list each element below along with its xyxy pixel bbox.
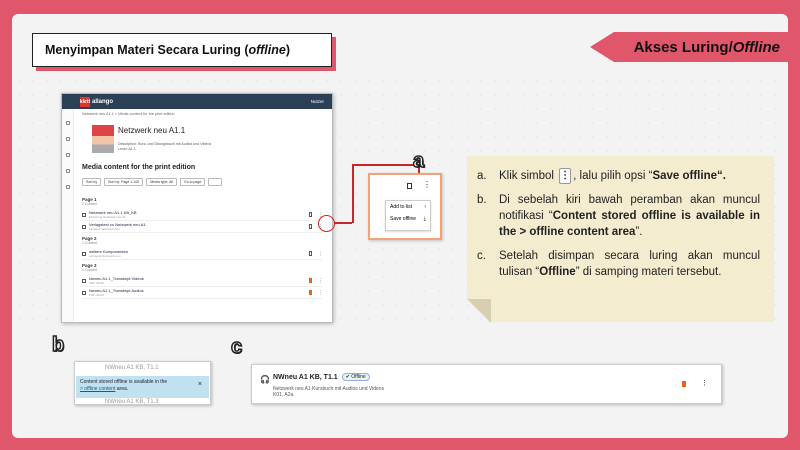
- more-options-icon[interactable]: ⋮: [423, 180, 431, 189]
- offline-toast: Content stored offline is available in t…: [76, 376, 209, 398]
- link-icon: [82, 224, 86, 229]
- background-item: NWneu A1 KB, T1.3: [105, 399, 159, 405]
- offline-item-panel: 🎧 NWneu A1 KB, T1.1 ✔ Offline Netzwerk ne…: [251, 364, 722, 404]
- nav-icon[interactable]: [65, 121, 70, 125]
- book-cover: [92, 125, 114, 153]
- media-title: Media content for the print edition: [82, 164, 196, 171]
- book-description: Description: Kurs- und Übungsbuch mit Au…: [118, 142, 212, 151]
- menu-item-add-to-list[interactable]: Add to list ›: [386, 201, 430, 213]
- bookmark-icon[interactable]: [308, 251, 312, 256]
- list-item[interactable]: Netzwerk neu A1.1 KB_KB Einleitung Netzwe…: [82, 209, 323, 221]
- chevron-right-icon: ›: [424, 204, 426, 210]
- bookmark-icon[interactable]: [308, 212, 312, 217]
- headphones-icon: 🎧: [260, 375, 270, 384]
- nav-icon[interactable]: [65, 137, 70, 141]
- file-icon: [82, 212, 86, 217]
- breadcrumb[interactable]: Netzwerk neu A1.1 > Media content for th…: [82, 112, 175, 116]
- bookmark-icon[interactable]: [308, 224, 312, 229]
- file-icon: [82, 290, 86, 295]
- book-title: Netzwerk neu A1.1: [118, 126, 186, 135]
- page-count: 4 Content: [82, 268, 98, 272]
- link-icon: [82, 251, 86, 256]
- label-a: a: [412, 149, 425, 173]
- bookmark-icon[interactable]: [308, 278, 312, 283]
- side-nav: [62, 109, 74, 322]
- more-options-icon[interactable]: ⋮: [318, 251, 323, 257]
- download-icon: ⤓: [423, 216, 426, 222]
- filter-sort-by[interactable]: Sort by: Page 1-100: [104, 178, 144, 186]
- page-count: 1 Content: [82, 241, 98, 245]
- list-item[interactable]: Nwneu A1.1_Transkript Audios PDF, 00:00 ⋮: [82, 287, 323, 299]
- page-input[interactable]: [208, 178, 223, 186]
- instruction-a: a. Klik simbol ⋮, lalu pilih opsi “Save …: [477, 168, 726, 184]
- more-options-icon[interactable]: ⋮: [701, 379, 708, 387]
- app-screenshot: klett allango Nutzer Netzwerk neu A1.1 >…: [61, 93, 333, 323]
- options-menu: Add to list › Save offline ⤓: [385, 200, 431, 231]
- klett-logo: klett: [79, 96, 91, 107]
- filter-bar: Sort by Sort by: Page 1-100 Media type: …: [82, 178, 223, 186]
- background-item: NWneu A1 KB, T1.1: [105, 365, 159, 371]
- label-b: b: [51, 333, 65, 357]
- page-count: 2 Content: [82, 202, 98, 206]
- check-icon: ✔: [345, 374, 350, 380]
- more-options-icon[interactable]: ⋮: [318, 290, 323, 296]
- user-menu[interactable]: Nutzer: [311, 99, 324, 104]
- nav-icon[interactable]: [65, 185, 70, 189]
- bookmark-icon[interactable]: [407, 183, 412, 189]
- instruction-b: b. Di sebelah kiri bawah peramban akan m…: [477, 194, 760, 239]
- nav-icon[interactable]: [65, 153, 70, 157]
- file-icon: [82, 278, 86, 283]
- menu-item-save-offline[interactable]: Save offline ⤓: [386, 213, 430, 225]
- offline-badge: ✔ Offline: [341, 373, 370, 381]
- bookmark-icon[interactable]: [682, 381, 686, 387]
- close-icon[interactable]: ×: [198, 381, 202, 389]
- list-item[interactable]: weitere Komponenten Lehrwerk Netzwerk neu…: [82, 248, 323, 260]
- list-item[interactable]: Verlagstext zu Netzwerk neu A1 Langtext N…: [82, 221, 323, 233]
- notification-panel: NWneu A1 KB, T1.1 Content stored offline…: [74, 361, 211, 405]
- section-ribbon: Akses Luring/Offline: [590, 32, 788, 62]
- offline-content-link[interactable]: > offline content: [80, 386, 115, 392]
- instruction-note: a. Klik simbol ⋮, lalu pilih opsi “Save …: [467, 156, 774, 322]
- item-description: Netzwerk neu A1 Kursbuch mit Audios und …: [273, 386, 385, 398]
- connector-line: [352, 164, 354, 223]
- filter-go-to-page[interactable]: Go to page: [180, 178, 206, 186]
- nav-icon[interactable]: [65, 169, 70, 173]
- app-header: klett allango Nutzer: [62, 94, 332, 109]
- slide: Menyimpan Materi Secara Luring (offline)…: [12, 14, 788, 438]
- connector-line: [334, 222, 352, 224]
- content-list: Page 1 2 Content Netzwerk neu A1.1 KB_KB…: [82, 194, 323, 299]
- kebab-menu-icon: ⋮: [559, 168, 572, 184]
- highlight-circle: [318, 215, 335, 232]
- list-item[interactable]: Nwneu A1.1_Transkript Videos PDF, 00:00 ⋮: [82, 275, 323, 287]
- label-c: c: [230, 335, 243, 359]
- filter-sort[interactable]: Sort by: [82, 178, 102, 186]
- connector-line: [352, 164, 420, 166]
- item-title[interactable]: NWneu A1 KB, T1.1: [273, 374, 338, 381]
- more-options-icon[interactable]: ⋮: [318, 278, 323, 284]
- options-popup: ⋮ Add to list › Save offline ⤓: [368, 173, 442, 240]
- instruction-c: c. Setelah disimpan secara luring akan m…: [477, 250, 760, 279]
- brand-name: allango: [92, 98, 114, 105]
- slide-title: Menyimpan Materi Secara Luring (offline): [32, 33, 332, 67]
- filter-media-type[interactable]: Media type: All: [146, 178, 177, 186]
- bookmark-icon[interactable]: [308, 290, 312, 295]
